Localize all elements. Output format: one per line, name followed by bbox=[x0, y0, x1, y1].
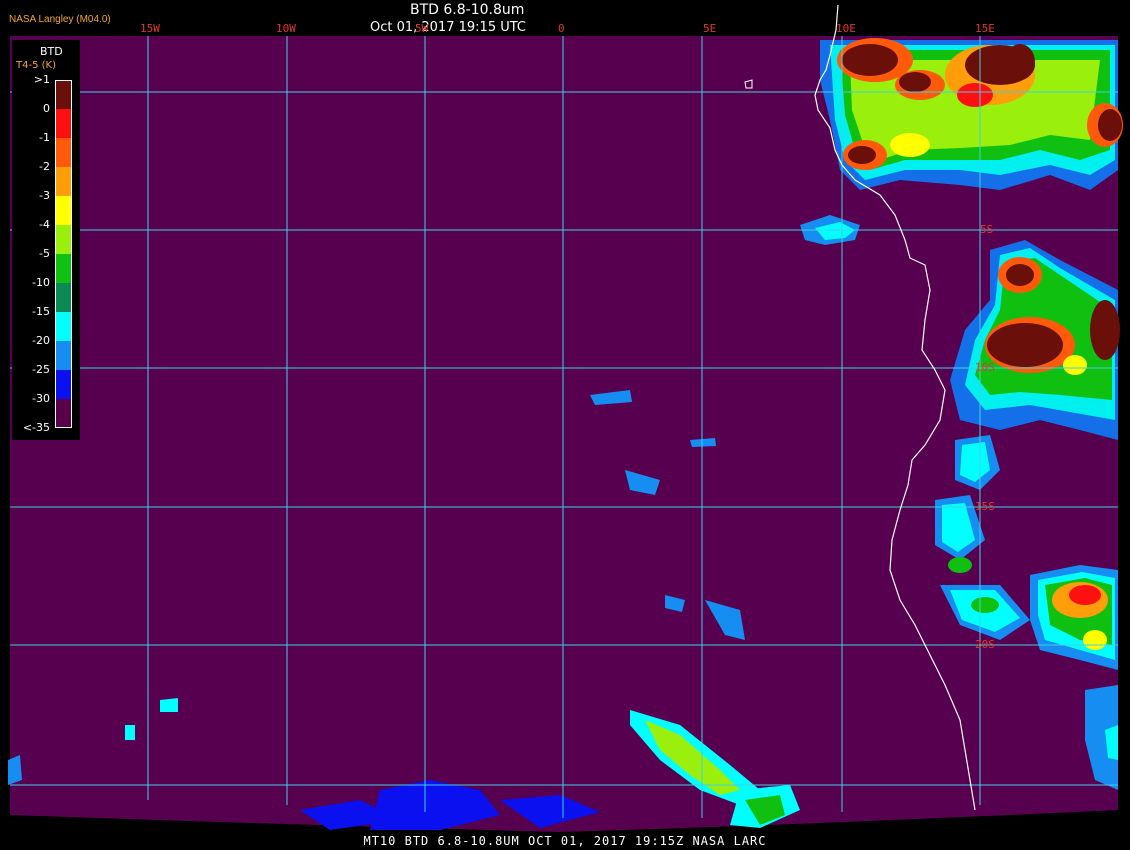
legend-tick-label: -5 bbox=[39, 247, 50, 260]
legend-swatch bbox=[56, 167, 72, 196]
legend-tick-label: -4 bbox=[39, 218, 50, 231]
lon-label: 5W bbox=[415, 22, 429, 35]
legend-swatch bbox=[56, 312, 72, 341]
legend-swatch bbox=[56, 283, 72, 312]
lat-label: 10S bbox=[975, 361, 995, 374]
legend-swatch bbox=[56, 399, 72, 428]
lon-label: 15W bbox=[140, 22, 160, 35]
legend-tick-label: -2 bbox=[39, 160, 50, 173]
legend-swatch bbox=[56, 341, 72, 370]
chart-subtitle: Oct 01, 2017 19:15 UTC bbox=[370, 20, 526, 35]
legend-tick-label: <-35 bbox=[22, 421, 50, 434]
lon-label: 10E bbox=[836, 22, 856, 35]
lon-label: 5E bbox=[703, 22, 717, 35]
lon-label: 10W bbox=[276, 22, 296, 35]
legend-tick-label: >1 bbox=[33, 73, 50, 86]
legend-swatch bbox=[56, 80, 72, 109]
legend-tick-label: 0 bbox=[43, 102, 50, 115]
org-label: NASA Langley (M04.0) bbox=[9, 14, 111, 25]
satellite-map bbox=[0, 0, 1130, 850]
legend-swatch bbox=[56, 138, 72, 167]
legend-subtitle: T4-5 (K) bbox=[16, 60, 56, 71]
legend-swatch bbox=[56, 109, 72, 138]
legend-tick-label: -10 bbox=[32, 276, 50, 289]
lon-label: 15E bbox=[975, 22, 995, 35]
legend-tick-label: -20 bbox=[32, 334, 50, 347]
legend-tick-label: -1 bbox=[39, 131, 50, 144]
legend-title: BTD bbox=[40, 45, 63, 58]
legend-swatch bbox=[56, 225, 72, 254]
lat-label: 15S bbox=[975, 500, 995, 513]
legend-swatch bbox=[56, 370, 72, 399]
legend-tick-label: -3 bbox=[39, 189, 50, 202]
legend-tick-label: -25 bbox=[32, 363, 50, 376]
chart-title: BTD 6.8-10.8um bbox=[410, 2, 525, 18]
legend-tick-label: -30 bbox=[32, 392, 50, 405]
lat-label: 20S bbox=[975, 638, 995, 651]
legend-swatch bbox=[56, 254, 72, 283]
legend-swatch bbox=[56, 196, 72, 225]
footer-caption: MT10 BTD 6.8-10.8UM OCT 01, 2017 19:15Z … bbox=[363, 834, 767, 848]
lat-label: 5S bbox=[980, 223, 994, 236]
legend-tick-label: -15 bbox=[32, 305, 50, 318]
lon-label: 0 bbox=[558, 22, 565, 35]
color-legend: BTD T4-5 (K) >1 0 -1 -2 -3 -4 -5 -10 -15 -20 -25 -3… bbox=[12, 40, 80, 440]
